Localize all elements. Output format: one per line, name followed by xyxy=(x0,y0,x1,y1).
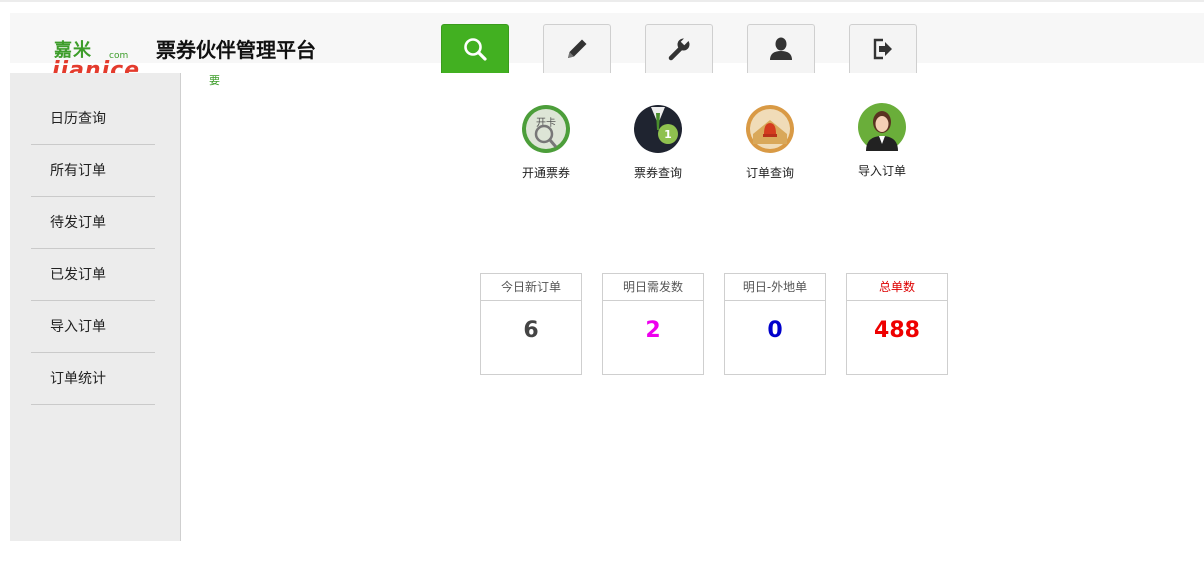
stat-card-tomorrow-to-ship: 明日需发数 2 xyxy=(602,273,704,375)
sidebar: 日历查询 所有订单 待发订单 已发订单 导入订单 订单统计 xyxy=(10,73,181,541)
stat-value: 6 xyxy=(523,318,539,343)
suit-icon: 1 xyxy=(634,105,682,153)
quick-link-ticket-query[interactable]: 1 票券查询 xyxy=(618,104,698,181)
sidebar-item-all-orders[interactable]: 所有订单 xyxy=(31,146,155,197)
stat-label: 今日新订单 xyxy=(481,274,581,301)
quick-link-activate-ticket[interactable]: 开卡 开通票券 xyxy=(506,104,586,181)
stat-card-tomorrow-remote: 明日-外地单 0 xyxy=(724,273,826,375)
search-icon xyxy=(464,38,487,61)
bell-envelope-icon xyxy=(746,105,794,153)
stat-label: 明日需发数 xyxy=(603,274,703,301)
site-title: 票券伙伴管理平台 xyxy=(156,38,316,62)
sidebar-item-shipped-orders[interactable]: 已发订单 xyxy=(31,250,155,301)
user-icon xyxy=(770,37,792,60)
suit-badge-text: 1 xyxy=(664,128,672,141)
card-search-icon: 开卡 xyxy=(522,105,570,153)
logo-text-en: jianice xyxy=(52,58,141,74)
stat-value: 488 xyxy=(874,318,920,343)
quick-link-label: 订单查询 xyxy=(745,166,794,180)
logout-icon xyxy=(873,38,892,60)
stat-value: 2 xyxy=(645,318,661,343)
breadcrumb: 要 xyxy=(209,74,220,87)
sidebar-item-pending-orders[interactable]: 待发订单 xyxy=(31,198,155,249)
stat-card-total-orders: 总单数 488 xyxy=(846,273,948,375)
sidebar-item-order-stats[interactable]: 订单统计 xyxy=(31,354,155,405)
quick-link-label: 票券查询 xyxy=(633,166,682,180)
quick-link-label: 导入订单 xyxy=(857,164,906,178)
sidebar-item-calendar[interactable]: 日历查询 xyxy=(31,94,155,145)
nav-search-button[interactable] xyxy=(441,24,509,73)
stat-card-today-new-orders: 今日新订单 6 xyxy=(480,273,582,375)
top-border xyxy=(0,0,1204,2)
pencil-icon xyxy=(568,39,587,58)
quick-link-order-query[interactable]: 订单查询 xyxy=(730,104,810,181)
stat-label: 总单数 xyxy=(847,274,947,301)
stat-label: 明日-外地单 xyxy=(725,274,825,301)
wrench-icon xyxy=(668,36,690,61)
nav-user-button[interactable] xyxy=(747,24,815,73)
sidebar-item-import-orders[interactable]: 导入订单 xyxy=(31,302,155,353)
nav-settings-button[interactable] xyxy=(645,24,713,73)
logo[interactable]: 嘉米 com jianice xyxy=(52,34,142,74)
quick-link-label: 开通票券 xyxy=(521,166,570,180)
stat-value: 0 xyxy=(767,318,783,343)
quick-link-import-orders[interactable]: 导入订单 xyxy=(842,102,922,179)
nav-edit-button[interactable] xyxy=(543,24,611,73)
nav-logout-button[interactable] xyxy=(849,24,917,73)
operator-icon xyxy=(858,103,906,151)
